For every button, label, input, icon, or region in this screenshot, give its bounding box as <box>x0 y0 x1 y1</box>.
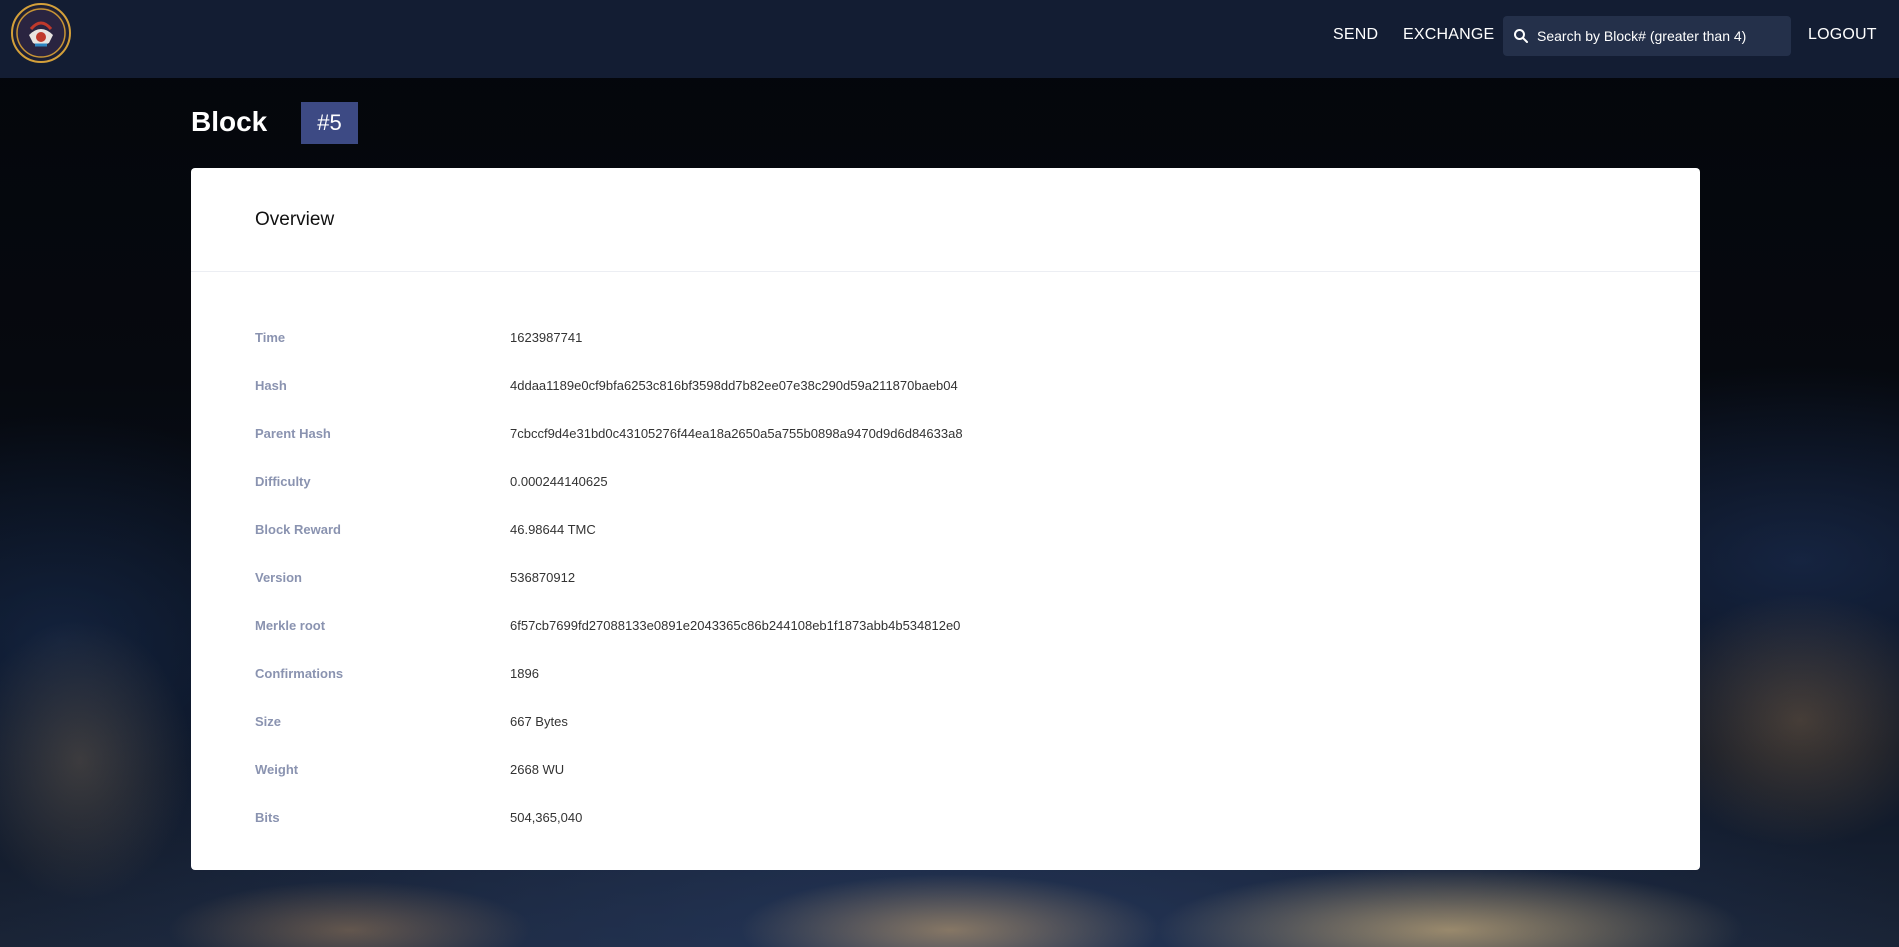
nav-send-link[interactable]: SEND <box>1333 26 1378 44</box>
detail-label: Difficulty <box>255 473 311 489</box>
detail-value: 536870912 <box>510 569 576 585</box>
search-icon <box>1514 29 1528 43</box>
detail-label: Hash <box>255 377 287 393</box>
detail-label: Confirmations <box>255 665 344 681</box>
detail-value: 1623987741 <box>510 329 583 345</box>
detail-label: Weight <box>255 761 299 777</box>
block-search[interactable] <box>1503 16 1791 56</box>
detail-label: Parent Hash <box>255 425 331 441</box>
overview-title: Overview <box>255 208 335 230</box>
detail-label: Block Reward <box>255 521 341 537</box>
detail-row-confirmations: Confirmations 1896 <box>255 663 539 683</box>
detail-row-bits: Bits 504,365,040 <box>255 807 582 827</box>
search-input[interactable] <box>1537 28 1787 44</box>
detail-value: 667 Bytes <box>510 713 568 729</box>
detail-row-time: Time 1623987741 <box>255 327 582 347</box>
detail-row-difficulty: Difficulty 0.000244140625 <box>255 471 608 491</box>
detail-label: Bits <box>255 809 280 825</box>
top-navbar: SEND EXCHANGE LOGOUT <box>0 0 1899 78</box>
detail-row-block-reward: Block Reward 46.98644 TMC <box>255 519 596 539</box>
detail-value: 504,365,040 <box>510 809 583 825</box>
detail-row-weight: Weight 2668 WU <box>255 759 564 779</box>
detail-value: 1896 <box>510 665 539 681</box>
detail-row-version: Version 536870912 <box>255 567 575 587</box>
detail-label: Size <box>255 713 282 729</box>
detail-value: 2668 WU <box>510 761 565 777</box>
detail-value: 0.000244140625 <box>510 473 608 489</box>
detail-value: 6f57cb7699fd27088133e0891e2043365c86b244… <box>510 617 961 633</box>
detail-label: Time <box>255 329 286 345</box>
detail-row-hash: Hash 4ddaa1189e0cf9bfa6253c816bf3598dd7b… <box>255 375 958 395</box>
nav-logout-link[interactable]: LOGOUT <box>1808 26 1877 44</box>
emblem-icon[interactable] <box>11 3 71 63</box>
detail-value: 4ddaa1189e0cf9bfa6253c816bf3598dd7b82ee0… <box>510 377 958 393</box>
detail-label: Version <box>255 569 302 585</box>
overview-header: Overview <box>191 168 1700 272</box>
detail-label: Merkle root <box>255 617 326 633</box>
block-number-badge: #5 <box>301 102 358 144</box>
detail-value: 7cbccf9d4e31bd0c43105276f44ea18a2650a5a7… <box>510 425 963 441</box>
detail-row-merkle-root: Merkle root 6f57cb7699fd27088133e0891e20… <box>255 615 960 635</box>
detail-row-parent-hash: Parent Hash 7cbccf9d4e31bd0c43105276f44e… <box>255 423 963 443</box>
detail-row-size: Size 667 Bytes <box>255 711 568 731</box>
overview-card: Overview Time 1623987741 Hash 4ddaa1189e… <box>191 168 1700 870</box>
emblem-graphic <box>16 8 66 58</box>
nav-exchange-link[interactable]: EXCHANGE <box>1403 26 1494 44</box>
page-title: Block <box>191 106 268 137</box>
detail-value: 46.98644 TMC <box>510 521 596 537</box>
